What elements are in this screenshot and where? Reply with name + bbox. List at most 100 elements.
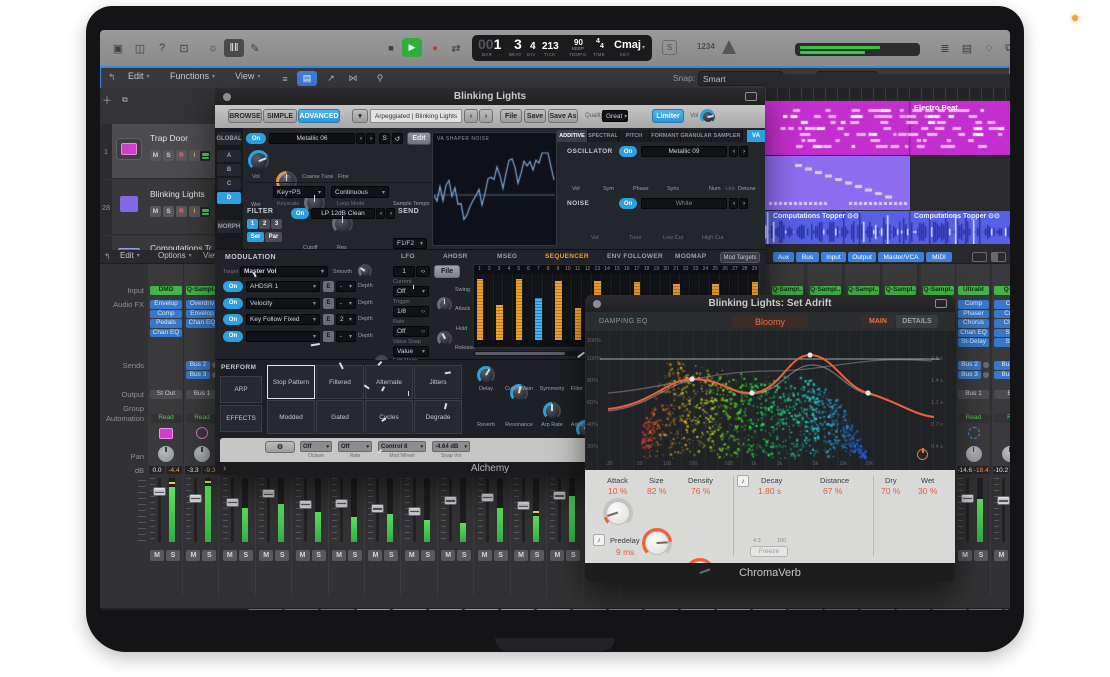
prev-preset-button[interactable]: ‹	[464, 109, 478, 123]
master-vol-knob[interactable]	[700, 109, 715, 124]
output-slot[interactable]: Bus 1	[958, 390, 989, 399]
mod-amount-select[interactable]: -▾	[336, 298, 356, 309]
noise-on-button[interactable]: On	[619, 198, 637, 209]
next-osc-icon[interactable]: ›	[739, 146, 748, 157]
step-column[interactable]	[554, 274, 563, 340]
input-slot[interactable]: DMD	[150, 286, 182, 295]
power-icon[interactable]	[917, 449, 928, 460]
perform-pad-cycles[interactable]: Cycles	[365, 400, 413, 434]
seq-slot-field[interactable]: 1	[393, 266, 415, 277]
mod-source-select[interactable]: ▾	[246, 331, 320, 342]
eq-curves[interactable]	[600, 331, 940, 469]
prev-noise-icon[interactable]: ‹	[729, 198, 738, 209]
mod-source-select[interactable]: AHDSR 1▾	[246, 281, 320, 292]
ruler[interactable]: 6 7	[765, 88, 1010, 100]
fader-handle[interactable]	[299, 500, 312, 509]
decay-sync-button[interactable]: ♪	[737, 475, 749, 487]
advanced-view-button[interactable]: ADVANCED	[298, 109, 340, 123]
preset-field[interactable]: Bloomy	[732, 315, 808, 328]
single-view-icon[interactable]	[972, 252, 987, 262]
fx-slot[interactable]: Chan EQ	[186, 319, 218, 328]
mod-on-button[interactable]: On	[223, 281, 243, 292]
seq-file-button[interactable]: File	[434, 265, 460, 278]
step-column[interactable]	[504, 274, 513, 340]
metronome-icon[interactable]	[722, 40, 736, 54]
solo-button[interactable]: S	[494, 550, 508, 561]
pad-name-cell[interactable]: Hi-Hat 2Trap Door	[608, 609, 643, 610]
arp-setting-rate[interactable]: Off▾	[338, 441, 372, 452]
automation-icon[interactable]: ↗	[321, 71, 341, 86]
mute-button[interactable]: M	[332, 550, 346, 561]
fader-handle[interactable]	[189, 494, 202, 503]
fx-slot[interactable]: Envelop	[150, 300, 182, 309]
predelay-sync-button[interactable]: ♪	[593, 534, 605, 546]
send-knob[interactable]	[983, 372, 989, 378]
mute-button[interactable]: M	[405, 550, 419, 561]
solo-button[interactable]: S	[974, 550, 988, 561]
disclosure-icon[interactable]: ›	[223, 463, 226, 474]
perform-tab-arp[interactable]: ARP	[220, 376, 262, 403]
chromaverb-title-bar[interactable]: Blinking Lights: Set Adrift	[585, 295, 955, 312]
perform-pad-modded[interactable]: Modded	[267, 400, 315, 434]
perform-knob-delay[interactable]	[477, 366, 495, 384]
input-slot[interactable]: Q-Sampl..	[772, 286, 803, 295]
solo-button[interactable]: S	[457, 550, 471, 561]
mixer-filter-aux[interactable]: Aux	[773, 252, 794, 262]
input-slot[interactable]: Q-S	[994, 286, 1010, 295]
fader-handle[interactable]	[226, 498, 239, 507]
send-slot[interactable]: Bus 3	[958, 371, 981, 380]
input-monitor-button[interactable]: I	[189, 206, 200, 217]
quick-help-icon[interactable]: ?	[152, 39, 172, 57]
automation-slot[interactable]: Read	[150, 414, 182, 423]
mute-button[interactable]: M	[368, 550, 382, 561]
mixer-filter-midi[interactable]: MIDI	[926, 252, 952, 262]
source-tab-b[interactable]: B	[217, 164, 241, 176]
gear-icon[interactable]: ⚙	[265, 441, 295, 453]
mute-button[interactable]: M	[150, 550, 164, 561]
mute-button[interactable]: M	[478, 550, 492, 561]
mod-on-button[interactable]: On	[223, 298, 243, 309]
mute-button[interactable]: M	[441, 550, 455, 561]
mod-source-select[interactable]: Key Follow Fixed▾	[246, 314, 320, 325]
pad-name-cell[interactable]: Snare 2Trap Door	[392, 609, 427, 610]
windows-icon[interactable]: ▣	[108, 39, 128, 57]
solo-button[interactable]: S	[239, 550, 253, 561]
source-edit-button[interactable]: Edit	[407, 132, 431, 145]
step-column[interactable]	[485, 274, 494, 340]
stop-button[interactable]: ■	[382, 39, 400, 57]
perform-pad-jitters[interactable]: Jitters	[414, 365, 462, 399]
details-tab[interactable]: DETAILS	[896, 315, 938, 328]
mod-targets-button[interactable]: Mod Targets	[720, 252, 760, 263]
mod-e-button[interactable]: E	[323, 298, 334, 309]
mod-e-button[interactable]: E	[323, 331, 334, 342]
pad-name-cell[interactable]: Cowbell 1Trap Door	[860, 609, 895, 610]
step-column[interactable]	[514, 274, 523, 340]
perform-pad-stop-pattern[interactable]: Stop Pattern	[267, 365, 315, 399]
output-slot[interactable]: Bus 1	[186, 390, 218, 399]
engine-tab-formant[interactable]: FORMANT	[650, 130, 681, 142]
seq-attack-knob[interactable]	[437, 331, 452, 346]
source-tab-d[interactable]: D	[217, 192, 241, 204]
seq-trigger-select[interactable]: Off▾	[393, 286, 429, 297]
output-slot[interactable]: St Out	[150, 390, 182, 399]
pad-name-cell[interactable]: RideTrap Door	[716, 609, 751, 610]
input-slot[interactable]: Q-Sampl..	[186, 286, 218, 295]
pad-name-cell[interactable]: Snare 3Trap Door	[428, 609, 463, 610]
list-editors-icon[interactable]: ≣	[936, 39, 954, 57]
drum-machine-icon[interactable]	[116, 138, 142, 160]
fx-slot[interactable]: Cli	[994, 300, 1010, 309]
loop-browser-icon[interactable]: ◌	[980, 39, 998, 57]
fader-handle[interactable]	[371, 504, 384, 513]
record-enable-button[interactable]: R	[176, 206, 187, 217]
prev-osc-icon[interactable]: ‹	[729, 146, 738, 157]
seq-snap-field[interactable]: Off‹›	[393, 326, 429, 337]
perform-pad-gated[interactable]: Gated	[316, 400, 364, 434]
pad-name-cell[interactable]: MarblesTrap Door	[1004, 609, 1010, 610]
fx-slot[interactable]: Chan EQ	[958, 329, 989, 338]
source-tab-morph[interactable]: MORPH	[217, 220, 241, 233]
input-slot[interactable]: Q-Sampl..	[848, 286, 879, 295]
perform-pad-alternate[interactable]: Alternate	[365, 365, 413, 399]
pad-name-cell[interactable]: Cowbell 2Trap Door	[896, 609, 931, 610]
filter-slot-1[interactable]: 1	[247, 219, 258, 229]
fader-handle[interactable]	[444, 496, 457, 505]
